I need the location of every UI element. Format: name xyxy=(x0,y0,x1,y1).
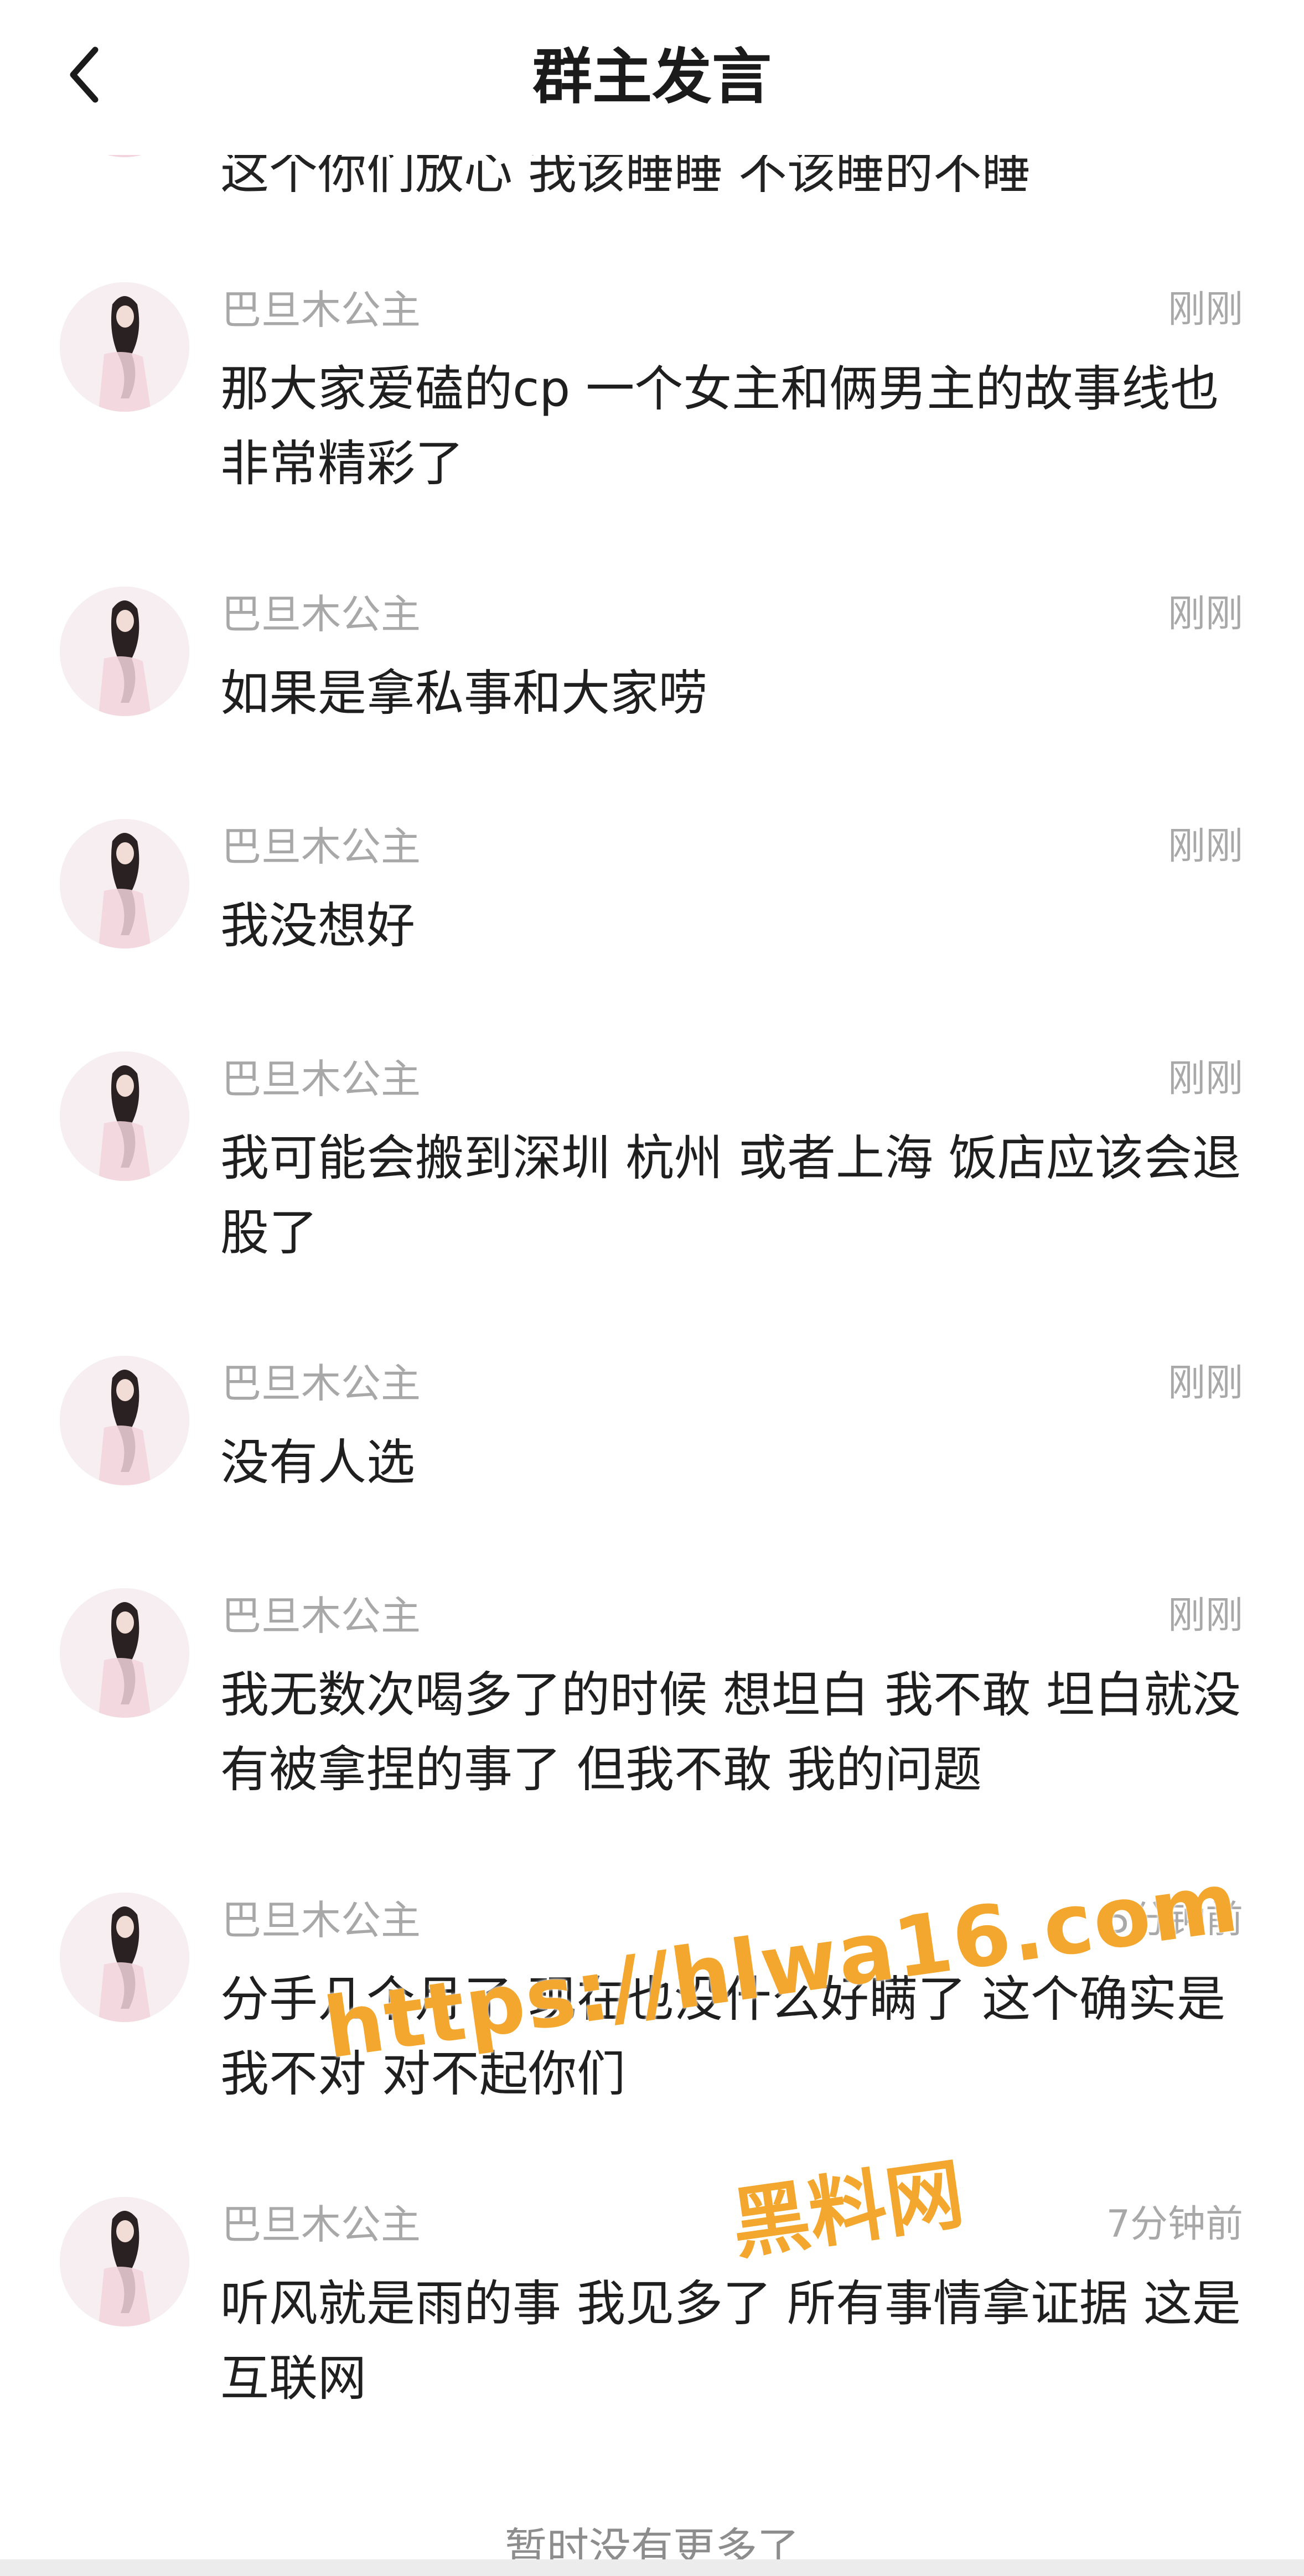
avatar-image xyxy=(60,2197,189,2326)
avatar-image xyxy=(60,587,189,716)
message-text: 没有人选 xyxy=(220,1434,416,1491)
sender-name: 巴旦木公主 xyxy=(221,1056,421,1102)
message-time: 刚刚 xyxy=(1167,1361,1243,1405)
avatar[interactable] xyxy=(60,1051,189,1181)
avatar-image xyxy=(60,1051,189,1181)
sender-name: 巴旦木公主 xyxy=(221,1897,421,1943)
sender-name: 巴旦木公主 xyxy=(221,2201,421,2248)
message-time: 刚刚 xyxy=(1167,825,1243,868)
avatar[interactable] xyxy=(60,1893,189,2022)
chat-screen: 群主发言 这个你们放心 我该睡睡 不该睡的不睡 巴旦木公主 刚刚 那大家爱磕的c… xyxy=(0,0,1304,2576)
message-text: 我可能会搬到深圳 杭州 或者上海 饭店应该会退股了 xyxy=(220,1129,1241,1261)
watermark-brand: 黑料网 xyxy=(726,2149,970,2271)
avatar-image xyxy=(60,1588,189,1718)
message-text: 我没想好 xyxy=(220,897,416,954)
page-title: 群主发言 xyxy=(532,43,772,112)
message-time: 刚刚 xyxy=(1167,288,1243,331)
avatar[interactable] xyxy=(60,819,189,948)
sender-name: 巴旦木公主 xyxy=(221,591,421,637)
message-text: 分手几个月了 现在也没什么好瞒了 这个确实是我不对 对不起你们 xyxy=(220,1971,1225,2102)
message-time: 7分钟前 xyxy=(1106,2202,1243,2246)
avatar[interactable] xyxy=(60,1588,189,1718)
avatar-image xyxy=(60,819,189,948)
sender-name: 巴旦木公主 xyxy=(221,1593,421,1639)
message-text: 我无数次喝多了的时候 想坦白 我不敢 坦白就没有被拿捏的事了 但我不敢 我的问题 xyxy=(220,1666,1241,1798)
bottom-bar xyxy=(0,2559,1304,2576)
message-text: 那大家爱磕的cp 一个女主和俩男主的故事线也非常精彩了 xyxy=(220,360,1219,492)
sender-name: 巴旦木公主 xyxy=(221,823,421,870)
message-text: 如果是拿私事和大家唠 xyxy=(220,665,708,722)
avatar[interactable] xyxy=(60,587,189,716)
sender-name: 巴旦木公主 xyxy=(221,287,421,333)
message-time: 刚刚 xyxy=(1167,1594,1243,1637)
avatar[interactable] xyxy=(60,1356,189,1485)
message-time: 刚刚 xyxy=(1167,1057,1243,1101)
avatar-image xyxy=(60,1893,189,2022)
message-time: 5分钟前 xyxy=(1106,1898,1243,1942)
avatar[interactable] xyxy=(60,2197,189,2326)
avatar[interactable] xyxy=(60,282,189,412)
header-bar: 群主发言 xyxy=(0,0,1304,155)
avatar-image xyxy=(60,1356,189,1485)
message-time: 刚刚 xyxy=(1167,592,1243,636)
sender-name: 巴旦木公主 xyxy=(221,1360,421,1407)
message-text: 听风就是雨的事 我见多了 所有事情拿证据 这是互联网 xyxy=(220,2275,1241,2407)
avatar-image xyxy=(60,282,189,412)
